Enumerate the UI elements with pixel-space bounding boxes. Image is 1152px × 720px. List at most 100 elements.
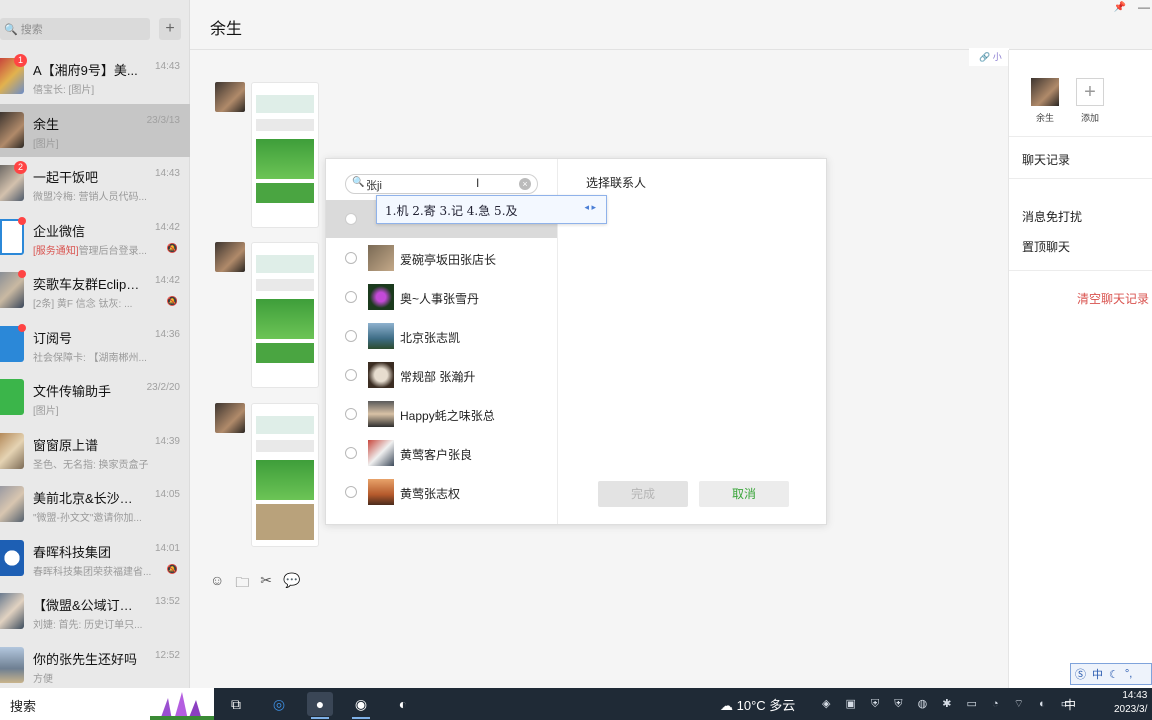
page-arrows-icon[interactable]: ◂ ▸ [584,202,596,213]
chat-name: 美前北京&长沙软件... [33,491,143,506]
minimize-icon[interactable]: — [1138,0,1150,14]
chat-item[interactable]: 余生 23/3/13 [图片] [0,103,190,157]
contact-name: 爱碗亭坂田张店长 [400,253,497,267]
chat-item[interactable]: 订阅号 14:36 社会保障卡: 【湖南郴州... [0,318,190,372]
text-cursor-icon: I [476,176,480,190]
chat-item[interactable]: 2 一起干饭吧 14:43 微盟冷梅: 营销人员代码... [0,157,190,211]
add-chat-button[interactable]: + [159,18,181,40]
ime-logo-icon[interactable]: Ⓢ [1075,666,1086,682]
done-button[interactable]: 完成 [598,481,688,507]
contact-radio[interactable] [345,213,357,225]
input-toolbar: ☺ 🗀 ✂ 💬 [210,572,300,596]
chat-item[interactable]: 你的张先生还好吗 12:52 方便 [0,639,190,693]
weather-widget[interactable]: ☁ 10°C 多云 [720,695,795,714]
chat-name: 春晖科技集团 [33,544,112,560]
emoji-icon[interactable]: ☺ [210,572,224,596]
system-tray-icons[interactable]: ◈ ▣ ⛨ ⛨ ◍ ✱ ▭ ◔ ⌔ ◐ ▭ [822,697,1077,711]
contact-radio[interactable] [345,291,357,303]
chat-bubble-icon[interactable]: 💬 [283,572,300,596]
contact-item[interactable]: 爱碗亭坂田张店长 [326,239,557,278]
chat-time: 14:39 [154,435,180,447]
mute-toggle[interactable]: 消息免打扰 [1022,208,1082,225]
message-avatar[interactable] [215,82,245,112]
task-view-icon[interactable]: ⧉ [223,692,249,716]
chat-name: 余生 [33,116,60,132]
wechat-taskbar-icon[interactable]: ● [307,692,333,719]
add-member-button[interactable]: + 添加 [1070,78,1110,124]
avatar [0,646,24,683]
input-language[interactable]: 中 [1064,696,1076,713]
wecom-taskbar-icon[interactable]: ◎ [266,692,292,716]
chat-item[interactable]: 美前北京&长沙软件... 14:05 "微盟-孙文文"邀请你加... [0,478,190,532]
contact-avatar [368,479,394,505]
chrome-taskbar-icon[interactable]: ◉ [348,692,374,719]
chat-time: 14:36 [154,328,180,340]
recorder-taskbar-icon[interactable]: ◐ [390,692,416,716]
clear-history-button[interactable]: 清空聊天记录 [1077,290,1149,307]
plus-icon: + [1076,78,1104,106]
ime-candidates[interactable]: 1.机 2.寄 3.记 4.急 5.及 [385,202,518,219]
moon-icon[interactable]: ☾ [1109,668,1119,681]
message-image[interactable] [251,242,319,388]
cancel-button[interactable]: 取消 [699,481,789,507]
contact-radio[interactable] [345,252,357,264]
chat-item[interactable]: 企业微信 14:42 [服务通知]管理后台登录... 🔕 [0,211,190,265]
chat-item[interactable]: 奕歌车友群Eclipse ... 14:42 [2条] 黄F 信念 钛灰: ..… [0,264,190,318]
punctuation-icon[interactable]: °, [1125,668,1132,680]
contact-item[interactable]: Happy蚝之味张总 [326,395,557,434]
unread-dot [18,216,26,225]
contact-radio[interactable] [345,369,357,381]
contact-item[interactable]: 黄莺张志权 [326,473,557,512]
divider [1009,136,1152,137]
chat-preview: [图片] [33,138,59,150]
chat-item[interactable]: 文件传输助手 23/2/20 [图片] [0,371,190,425]
folder-icon[interactable]: 🗀 [235,572,249,596]
contact-item[interactable]: 黄莺客户张良 [326,434,557,473]
chat-name: 订阅号 [33,330,73,346]
pin-toggle[interactable]: 置顶聊天 [1022,238,1070,255]
ime-candidate-window: 1.机 2.寄 3.记 4.急 5.及 ◂ ▸ [376,195,607,224]
contact-search-input[interactable]: 🔍 张ji I × [345,174,538,194]
message-avatar[interactable] [215,242,245,272]
member-avatar[interactable]: 余生 [1025,78,1065,124]
divider [1009,270,1152,271]
chat-item[interactable]: 【微盟&公域订单转... 13:52 刘婕: 首先: 历史订单只... [0,585,190,639]
clock[interactable]: 14:43 2023/3/ [1114,689,1147,717]
message-avatar[interactable] [215,403,245,433]
scissors-icon[interactable]: ✂ [260,572,272,596]
message-image[interactable] [251,403,319,547]
avatar [0,539,24,576]
contact-radio[interactable] [345,330,357,342]
search-icon: 🔍 [4,23,18,36]
ime-mode[interactable]: 中 [1092,666,1103,682]
contact-item[interactable]: 奥~人事张雪丹 [326,278,557,317]
avatar [0,593,24,629]
chat-name: 文件传输助手 [33,384,112,399]
contact-avatar [368,401,394,427]
contact-radio[interactable] [345,408,357,420]
chat-name: 你的张先生还好吗 [33,651,138,667]
pin-window-icon[interactable]: 📌 [1114,2,1126,13]
message-image[interactable] [251,82,319,228]
chat-info-panel: 余生 + 添加 聊天记录 消息免打扰 置顶聊天 清空聊天记录 [1008,50,1152,688]
clear-search-icon[interactable]: × [519,178,531,190]
contact-avatar [368,362,394,388]
chat-item[interactable]: 春晖科技集团 14:01 春晖科技集团荣获福建省... 🔕 [0,532,190,586]
contact-item[interactable]: 常规部 张瀚升 [326,356,557,395]
search-icon: 🔍 [352,177,365,188]
taskbar-search[interactable]: 搜索 [0,688,214,720]
chat-preview: [2条] 黄F 信念 钛灰: ... [33,299,133,310]
chat-item[interactable]: 1 A【湘府9号】美... 14:43 僖宝长: [图片] [0,50,190,104]
search-row: 🔍 搜索 + [0,18,190,42]
contact-radio[interactable] [345,447,357,459]
chat-preview: 圣色、无名指: 换家贡盒子 [33,459,149,471]
link-chip[interactable]: 🔗 小 [969,48,1009,66]
avatar [0,111,24,148]
contact-item[interactable]: 北京张志凯 [326,317,557,356]
chat-item[interactable]: 窗窗原上谱 14:39 圣色、无名指: 换家贡盒子 [0,425,190,479]
search-input[interactable]: 🔍 搜索 [0,18,150,40]
contact-radio[interactable] [345,486,357,498]
link-icon: 🔗 [979,52,991,62]
dialog-title: 选择联系人 [586,176,647,190]
chat-history-link[interactable]: 聊天记录 [1022,151,1070,168]
